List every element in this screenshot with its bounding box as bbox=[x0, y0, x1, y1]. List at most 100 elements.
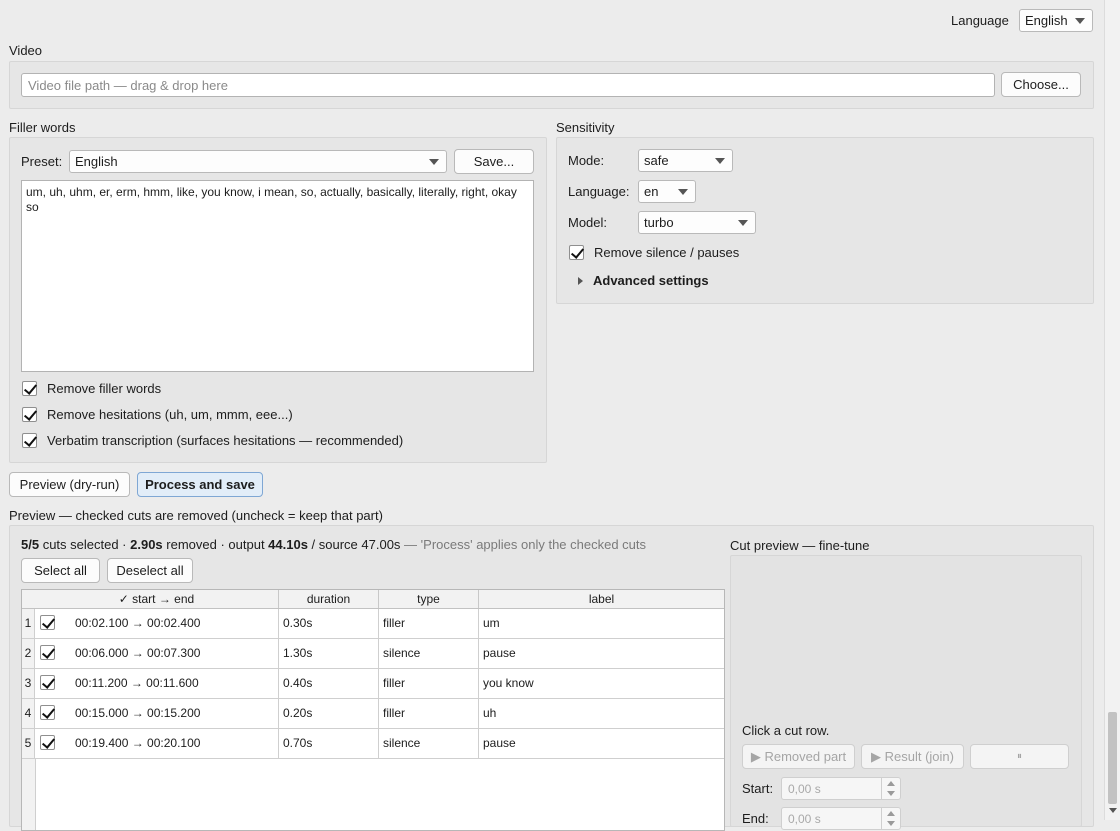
select-all-button[interactable]: Select all bbox=[21, 558, 100, 583]
advanced-settings-toggle[interactable]: Advanced settings bbox=[578, 273, 709, 288]
table-row[interactable]: 4 00:15.000 → 00:15.200 0.20s filler uh bbox=[22, 699, 724, 729]
cell-range: 00:15.000 → 00:15.200 bbox=[35, 699, 279, 728]
end-label: End: bbox=[742, 811, 769, 826]
col-header-type[interactable]: type bbox=[379, 590, 479, 608]
video-path-input[interactable] bbox=[21, 73, 995, 97]
col-header-label[interactable]: label bbox=[479, 590, 724, 608]
chevron-up-icon bbox=[887, 811, 895, 816]
model-value: turbo bbox=[644, 215, 674, 230]
row-number: 1 bbox=[22, 609, 35, 638]
cell-label: uh bbox=[483, 706, 497, 720]
mode-value: safe bbox=[644, 153, 669, 168]
remove-silence-label: Remove silence / pauses bbox=[594, 244, 740, 260]
chevron-up-icon bbox=[887, 781, 895, 786]
chevron-down-icon bbox=[887, 821, 895, 826]
cell-duration: 0.70s bbox=[279, 729, 379, 758]
ui-language-value: English bbox=[1025, 13, 1068, 28]
remove-silence-checkbox[interactable] bbox=[569, 244, 584, 260]
end-spinbox[interactable]: 0,00 s bbox=[781, 807, 901, 830]
end-stepper[interactable] bbox=[881, 808, 900, 829]
chevron-down-icon bbox=[738, 219, 748, 226]
cuts-selected-text: cuts selected · bbox=[39, 537, 131, 552]
mode-label: Mode: bbox=[568, 153, 605, 168]
chevron-down-icon bbox=[1075, 17, 1085, 24]
cell-duration: 1.30s bbox=[279, 639, 379, 668]
filler-words-textarea[interactable] bbox=[21, 180, 534, 372]
corner-header bbox=[22, 590, 35, 608]
sensitivity-group-title: Sensitivity bbox=[556, 120, 615, 135]
cell-type: silence bbox=[379, 729, 479, 758]
row-number: 4 bbox=[22, 699, 35, 728]
chevron-down-icon bbox=[429, 158, 439, 165]
cell-type: filler bbox=[379, 609, 479, 638]
row-number: 2 bbox=[22, 639, 35, 668]
cell-type: filler bbox=[379, 669, 479, 698]
filler-group-title: Filler words bbox=[9, 120, 76, 135]
save-preset-button[interactable]: Save... bbox=[454, 149, 534, 174]
cuts-summary: 5/5 cuts selected · 2.90s removed · outp… bbox=[21, 537, 646, 552]
start-stepper[interactable] bbox=[881, 778, 900, 799]
ui-language-select[interactable]: English bbox=[1019, 9, 1093, 32]
cell-type: filler bbox=[379, 699, 479, 728]
sensitivity-language-label: Language: bbox=[568, 184, 630, 199]
preview-dry-run-button[interactable]: Preview (dry-run) bbox=[9, 472, 130, 497]
video-group-title: Video bbox=[9, 43, 43, 58]
preset-select[interactable]: English bbox=[69, 150, 447, 173]
model-select[interactable]: turbo bbox=[638, 211, 756, 234]
deselect-all-button[interactable]: Deselect all bbox=[107, 558, 193, 583]
verbatim-checkbox[interactable] bbox=[22, 432, 37, 448]
start-spinbox[interactable]: 0,00 s bbox=[781, 777, 901, 800]
cell-type: silence bbox=[379, 639, 479, 668]
preset-value: English bbox=[75, 154, 118, 169]
remove-filler-checkbox[interactable] bbox=[22, 380, 37, 396]
end-value: 0,00 s bbox=[788, 811, 821, 826]
remove-hesitations-checkbox[interactable] bbox=[22, 406, 37, 422]
table-row[interactable]: 3 00:11.200 → 00:11.600 0.40s filler you kno… bbox=[22, 669, 724, 699]
scrollbar-thumb[interactable] bbox=[1108, 712, 1117, 804]
verbatim-checkbox-row[interactable]: Verbatim transcription (surfaces hesitat… bbox=[22, 431, 403, 449]
chevron-down-icon bbox=[715, 157, 725, 164]
table-row[interactable]: 5 00:19.400 → 00:20.100 0.70s silence pause bbox=[22, 729, 724, 759]
remove-filler-label: Remove filler words bbox=[47, 380, 162, 396]
removed-duration: 2.90s bbox=[130, 537, 163, 552]
cuts-table: ✓ start → end duration type label 1 00:02… bbox=[21, 589, 725, 831]
cuts-table-header: ✓ start → end duration type label bbox=[22, 590, 724, 609]
row-header-filler bbox=[22, 759, 36, 830]
cell-duration: 0.20s bbox=[279, 699, 379, 728]
remove-silence-checkbox-row[interactable]: Remove silence / pauses bbox=[569, 243, 739, 261]
mode-select[interactable]: safe bbox=[638, 149, 733, 172]
window-scrollbar[interactable] bbox=[1104, 0, 1120, 820]
choose-video-button[interactable]: Choose... bbox=[1001, 72, 1081, 97]
remove-hesitations-checkbox-row[interactable]: Remove hesitations (uh, um, mmm, eee...) bbox=[22, 405, 293, 423]
chevron-down-icon bbox=[887, 791, 895, 796]
scroll-down-icon[interactable] bbox=[1109, 808, 1117, 813]
ui-language-label: Language bbox=[951, 13, 1009, 28]
play-result-join-button[interactable]: ▶ Result (join) bbox=[861, 744, 964, 769]
verbatim-label: Verbatim transcription (surfaces hesitat… bbox=[47, 432, 404, 448]
table-row[interactable]: 2 00:06.000 → 00:07.300 1.30s silence pause bbox=[22, 639, 724, 669]
model-label: Model: bbox=[568, 215, 608, 230]
preview-group-title: Preview — checked cuts are removed (unch… bbox=[9, 508, 383, 523]
remove-hesitations-label: Remove hesitations (uh, um, mmm, eee...) bbox=[47, 406, 293, 422]
col-header-range[interactable]: ✓ start → end bbox=[35, 590, 279, 608]
row-number: 5 bbox=[22, 729, 35, 758]
process-and-save-button[interactable]: Process and save bbox=[137, 472, 263, 497]
col-header-duration[interactable]: duration bbox=[279, 590, 379, 608]
cell-range: 00:11.200 → 00:11.600 bbox=[35, 669, 279, 698]
table-row[interactable]: 1 00:02.100 → 00:02.400 0.30s filler um bbox=[22, 609, 724, 639]
cell-label: pause bbox=[483, 736, 516, 750]
cell-label: um bbox=[483, 616, 500, 630]
cell-duration: 0.40s bbox=[279, 669, 379, 698]
chevron-down-icon bbox=[678, 188, 688, 195]
start-value: 0,00 s bbox=[788, 781, 821, 796]
output-duration: 44.10s bbox=[268, 537, 308, 552]
cut-preview-hint: Click a cut row. bbox=[742, 723, 830, 738]
remove-filler-checkbox-row[interactable]: Remove filler words bbox=[22, 379, 161, 397]
pause-button[interactable]: ⏸ bbox=[970, 744, 1069, 769]
sensitivity-language-select[interactable]: en bbox=[638, 180, 696, 203]
cell-range: 00:02.100 → 00:02.400 bbox=[35, 609, 279, 638]
cell-label: you know bbox=[483, 676, 534, 690]
play-removed-part-button[interactable]: ▶ Removed part bbox=[742, 744, 855, 769]
advanced-settings-label: Advanced settings bbox=[593, 273, 709, 288]
cell-range: 00:19.400 → 00:20.100 bbox=[35, 729, 279, 758]
